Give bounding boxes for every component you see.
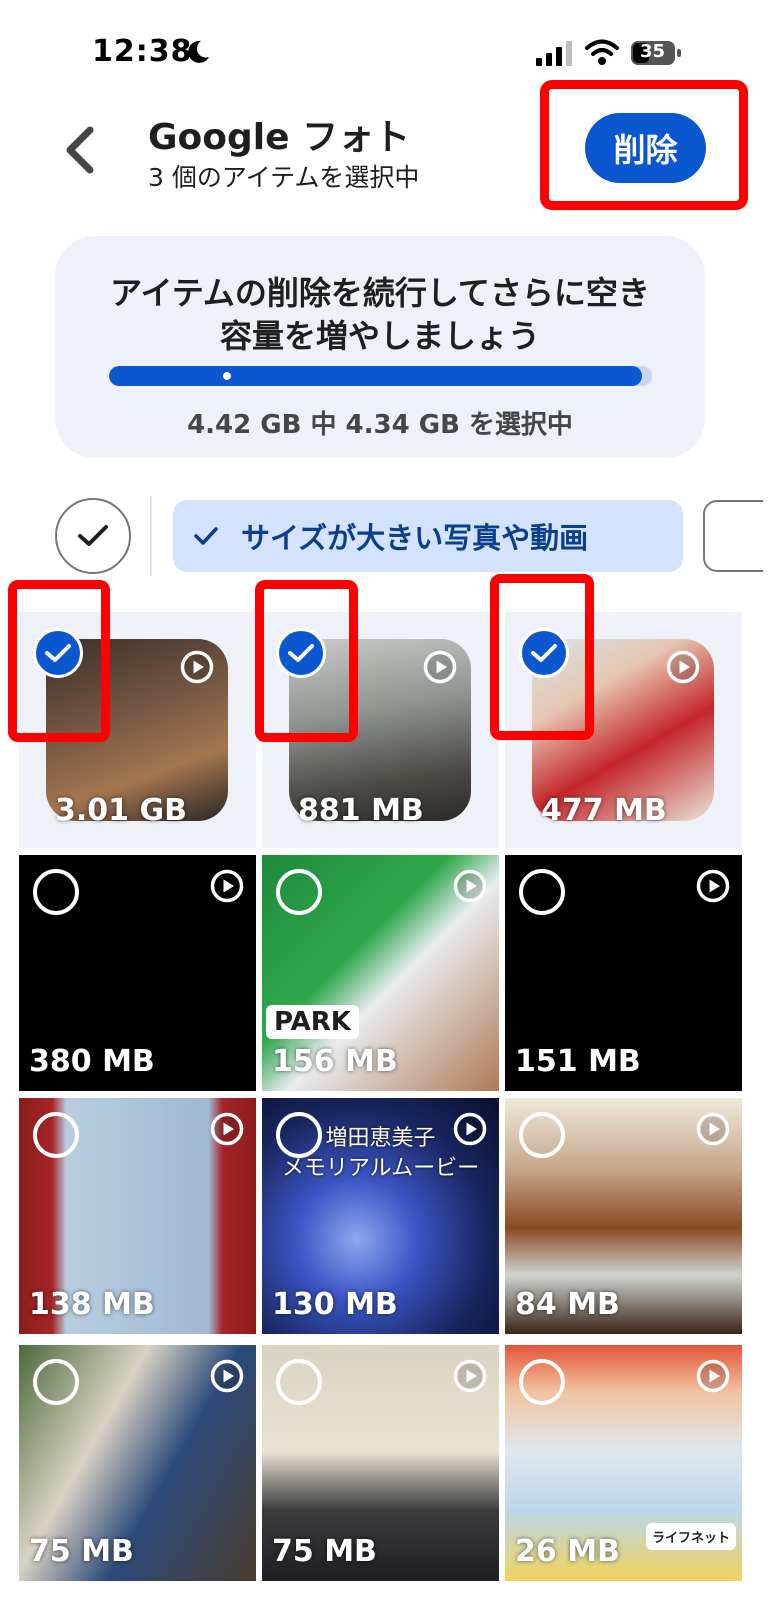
storage-usage-text: 4.42 GB 中 4.34 GB を選択中 [187, 410, 573, 440]
thumbnail-caption: メモリアルムービー [281, 1156, 480, 1181]
file-size-label: 881 MB [298, 793, 424, 828]
select-circle-icon[interactable] [519, 869, 565, 915]
storage-message: アイテムの削除を続行してさらに空き容量を増やしましょう [110, 274, 650, 355]
storage-progress-fill [109, 366, 643, 386]
select-circle-icon[interactable] [33, 1112, 79, 1158]
media-tile[interactable]: 84 MB [505, 1098, 742, 1334]
file-size-label: 75 MB [272, 1534, 377, 1569]
battery-icon: 35 [630, 40, 682, 66]
file-size-label: 75 MB [29, 1534, 134, 1569]
play-video-icon [210, 869, 244, 903]
select-circle-icon[interactable] [276, 1112, 322, 1158]
play-video-icon [453, 1112, 487, 1146]
play-video-icon [210, 1112, 244, 1146]
select-circle-icon[interactable] [519, 1359, 565, 1405]
play-video-icon [423, 650, 457, 684]
play-video-icon [696, 1359, 730, 1393]
media-tile[interactable]: PARK 156 MB [262, 855, 499, 1091]
thumbnail-caption: ライフネット [645, 1523, 736, 1550]
media-tile[interactable]: 380 MB [19, 855, 256, 1091]
media-tile[interactable]: 151 MB [505, 855, 742, 1091]
file-size-label: 380 MB [29, 1044, 155, 1079]
filter-chip-large-media[interactable]: サイズが大きい写真や動画 [173, 500, 683, 572]
play-video-icon [210, 1359, 244, 1393]
wifi-icon [585, 39, 619, 65]
moon-icon [188, 40, 209, 63]
storage-progress-bar [109, 366, 652, 386]
file-size-label: 156 MB [272, 1044, 398, 1079]
file-size-label: 151 MB [515, 1044, 641, 1079]
file-size-label: 138 MB [29, 1287, 155, 1322]
checkmark-icon [194, 527, 218, 545]
play-video-icon [696, 869, 730, 903]
filter-chip-label: サイズが大きい写真や動画 [241, 521, 589, 555]
storage-card: アイテムの削除を続行してさらに空き容量を増やしましょう 4.42 GB 中 4.… [55, 236, 705, 458]
file-size-label: 3.01 GB [55, 793, 187, 828]
play-video-icon [666, 650, 700, 684]
media-tile[interactable]: 75 MB [19, 1345, 256, 1581]
annotation-box-delete [540, 80, 748, 210]
cellular-signal-icon [536, 41, 572, 66]
select-circle-icon[interactable] [276, 869, 322, 915]
back-arrow-icon[interactable] [60, 124, 100, 176]
annotation-box-check [255, 580, 358, 742]
filter-chip-next[interactable] [703, 500, 763, 572]
file-size-label: 84 MB [515, 1287, 620, 1322]
file-size-label: 130 MB [272, 1287, 398, 1322]
annotation-box-check [8, 580, 110, 742]
selection-count: 3 個のアイテムを選択中 [148, 163, 420, 192]
file-size-label: 26 MB [515, 1534, 620, 1569]
battery-level: 35 [640, 41, 666, 62]
play-video-icon [696, 1112, 730, 1146]
media-tile[interactable]: ライフネット 26 MB [505, 1345, 742, 1581]
status-time: 12:38 [92, 34, 193, 69]
checkmark-icon [78, 525, 108, 546]
page-title: Google フォト [148, 117, 411, 158]
media-tile[interactable]: 138 MB [19, 1098, 256, 1334]
media-tile[interactable]: 75 MB [262, 1345, 499, 1581]
file-size-label: 477 MB [541, 793, 667, 828]
annotation-box-check [490, 574, 594, 740]
play-video-icon [453, 869, 487, 903]
select-circle-icon[interactable] [276, 1359, 322, 1405]
progress-marker [223, 372, 231, 380]
play-video-icon [453, 1359, 487, 1393]
select-circle-icon[interactable] [33, 869, 79, 915]
select-all-button[interactable] [55, 498, 131, 574]
play-video-icon [180, 650, 214, 684]
select-circle-icon[interactable] [33, 1359, 79, 1405]
thumbnail-caption: PARK [266, 1005, 359, 1039]
select-circle-icon[interactable] [519, 1112, 565, 1158]
divider [150, 496, 152, 576]
media-tile[interactable]: 増田恵美子 メモリアルムービー 130 MB [262, 1098, 499, 1334]
